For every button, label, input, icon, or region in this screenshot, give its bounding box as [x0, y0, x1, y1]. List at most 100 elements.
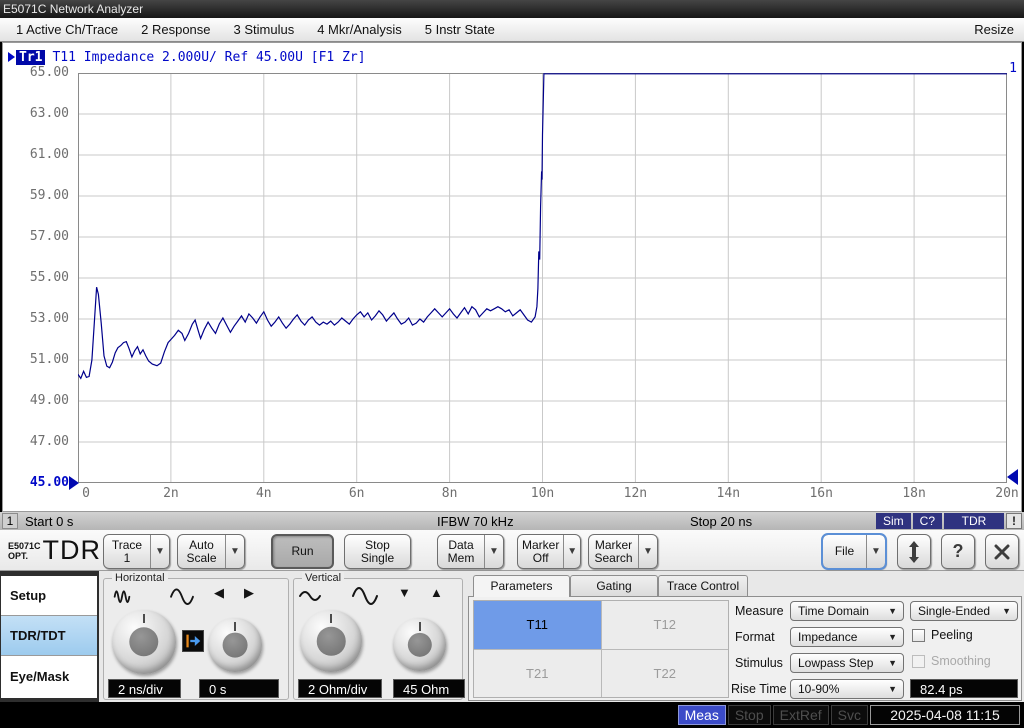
- menu-response[interactable]: 2 Response: [134, 20, 217, 39]
- x-tick-label: 16n: [791, 486, 851, 501]
- vertical-scale-readout: 2 Ohm/div: [298, 679, 382, 698]
- menu-active-ch-trace[interactable]: 1 Active Ch/Trace: [9, 20, 125, 39]
- vertical-position-down-icon[interactable]: ▼: [398, 585, 411, 600]
- tab-parameters[interactable]: Parameters: [473, 575, 570, 597]
- topology-dropdown[interactable]: Single-Ended▼: [910, 601, 1018, 621]
- tdr-app-logo: E5071C OPT. TDR: [8, 535, 101, 566]
- status-badge-sim: Sim: [876, 513, 911, 529]
- marker-search-button[interactable]: MarkerSearch ▼: [588, 534, 658, 569]
- measure-dropdown[interactable]: Time Domain▼: [790, 601, 904, 621]
- window-title: E5071C Network Analyzer: [0, 0, 1024, 18]
- sidebar-item-tdr-tdt[interactable]: TDR/TDT: [1, 616, 97, 656]
- vertical-scale-knob[interactable]: [300, 610, 362, 672]
- horizontal-reference-chip[interactable]: [182, 630, 204, 652]
- menu-resize[interactable]: Resize: [967, 20, 1024, 39]
- logo-model: E5071C: [8, 541, 41, 551]
- parameter-t11-button[interactable]: T11: [474, 601, 601, 649]
- data-mem-dropdown-arrow-icon[interactable]: ▼: [484, 535, 503, 568]
- horizontal-position-readout: 0 s: [199, 679, 279, 698]
- channel-corner-label: 1: [1009, 61, 1017, 76]
- trace-dropdown-arrow-icon[interactable]: ▼: [150, 535, 169, 568]
- x-tick-label: 2n: [141, 486, 201, 501]
- vertical-position-up-icon[interactable]: ▲: [430, 585, 443, 600]
- close-icon: [994, 544, 1010, 560]
- file-button[interactable]: File ▼: [822, 534, 886, 569]
- updown-arrow-icon: [905, 540, 923, 564]
- trace-number-badge[interactable]: Tr1: [16, 50, 45, 65]
- marker-off-button[interactable]: MarkerOff ▼: [517, 534, 581, 569]
- stimulus-dropdown[interactable]: Lowpass Step▼: [790, 653, 904, 673]
- updown-scroll-button[interactable]: [897, 534, 931, 569]
- status-channel-box: 1: [2, 513, 18, 529]
- rise-time-dropdown-arrow-icon: ▼: [888, 684, 897, 694]
- parameter-t21-button[interactable]: T21: [474, 650, 601, 698]
- x-tick-label: 4n: [234, 486, 294, 501]
- vertical-position-knob[interactable]: [393, 618, 446, 671]
- reference-level-marker-icon[interactable]: [69, 476, 79, 490]
- x-tick-label: 12n: [605, 486, 665, 501]
- trace-settings-text: T11 Impedance 2.000U/ Ref 45.00U [F1 Zr]: [52, 50, 365, 65]
- auto-scale-dropdown-arrow-icon[interactable]: ▼: [225, 535, 244, 568]
- file-dropdown-arrow-icon[interactable]: ▼: [866, 535, 885, 568]
- x-tick-label: 14n: [698, 486, 758, 501]
- help-button[interactable]: ?: [941, 534, 975, 569]
- parameter-t22-button[interactable]: T22: [602, 650, 729, 698]
- rise-time-dropdown[interactable]: 10-90%▼: [790, 679, 904, 699]
- left-reference-arrow-icon: [183, 631, 203, 651]
- auto-scale-button[interactable]: AutoScale ▼: [177, 534, 245, 569]
- close-button[interactable]: [985, 534, 1019, 569]
- sidebar-item-setup[interactable]: Setup: [1, 576, 97, 616]
- x-tick-label: 0: [56, 486, 116, 501]
- trace-select-button[interactable]: Trace1 ▼: [103, 534, 170, 569]
- marker-search-dropdown-arrow-icon[interactable]: ▼: [638, 535, 657, 568]
- vertical-scale-expand-icon: [352, 580, 378, 606]
- run-button[interactable]: Run: [271, 534, 334, 569]
- menu-stimulus[interactable]: 3 Stimulus: [227, 20, 302, 39]
- rise-time-label: Rise Time: [731, 682, 787, 696]
- sidebar-item-eye-mask[interactable]: Eye/Mask: [1, 656, 97, 696]
- horizontal-position-knob[interactable]: [208, 618, 262, 672]
- smoothing-checkbox-box: [912, 655, 925, 668]
- tab-trace-control[interactable]: Trace Control: [658, 575, 748, 596]
- datetime-display: 2025-04-08 11:15: [870, 705, 1020, 725]
- logo-app-name: TDR: [43, 535, 102, 566]
- parameter-matrix: T11 T12 T21 T22: [473, 600, 729, 698]
- y-tick-label: 65.00: [3, 65, 69, 80]
- stop-single-button[interactable]: StopSingle: [344, 534, 411, 569]
- parameters-panel: Parameters Gating Trace Control T11 T12 …: [468, 575, 1022, 701]
- extref-status-indicator: ExtRef: [773, 705, 829, 725]
- tdr-mode-sidebar: Setup TDR/TDT Eye/Mask: [1, 576, 97, 698]
- status-alert-badge: !: [1006, 513, 1022, 529]
- smoothing-checkbox: Smoothing: [912, 654, 991, 668]
- x-tick-label: 20n: [977, 486, 1024, 501]
- status-badge-tdr: TDR: [944, 513, 1004, 529]
- horizontal-position-right-icon[interactable]: ▶: [244, 585, 254, 601]
- menu-mkr-analysis[interactable]: 4 Mkr/Analysis: [310, 20, 409, 39]
- menu-instr-state[interactable]: 5 Instr State: [418, 20, 502, 39]
- status-start-label: Start 0 s: [25, 514, 73, 529]
- data-mem-button[interactable]: DataMem ▼: [437, 534, 504, 569]
- instrument-status-bar: 1 Start 0 s IFBW 70 kHz Stop 20 ns Sim C…: [0, 512, 1024, 530]
- parameter-t12-button[interactable]: T12: [602, 601, 729, 649]
- format-dropdown[interactable]: Impedance▼: [790, 627, 904, 647]
- help-icon: ?: [953, 541, 964, 562]
- y-tick-label: 53.00: [3, 311, 69, 326]
- y-tick-label: 49.00: [3, 393, 69, 408]
- sweep-end-marker-icon: [1007, 469, 1018, 485]
- y-tick-label: 55.00: [3, 270, 69, 285]
- stop-status-indicator: Stop: [728, 705, 771, 725]
- peeling-checkbox-box[interactable]: [912, 629, 925, 642]
- trace-info-line: Tr1 T11 Impedance 2.000U/ Ref 45.00U [F1…: [8, 49, 366, 65]
- peeling-checkbox[interactable]: Peeling: [912, 628, 973, 642]
- marker-off-dropdown-arrow-icon[interactable]: ▼: [563, 535, 580, 568]
- active-trace-arrow-icon: [8, 52, 15, 62]
- measure-dropdown-arrow-icon: ▼: [888, 606, 897, 616]
- tab-gating[interactable]: Gating: [570, 575, 658, 596]
- instrument-screen: Tr1 T11 Impedance 2.000U/ Ref 45.00U [F1…: [2, 42, 1022, 512]
- x-tick-label: 10n: [513, 486, 573, 501]
- horizontal-position-left-icon[interactable]: ◀: [214, 585, 224, 601]
- logo-opt: OPT.: [8, 551, 41, 561]
- horizontal-scale-knob[interactable]: [112, 610, 176, 674]
- status-stop-label: Stop 20 ns: [690, 514, 752, 529]
- stimulus-dropdown-arrow-icon: ▼: [888, 658, 897, 668]
